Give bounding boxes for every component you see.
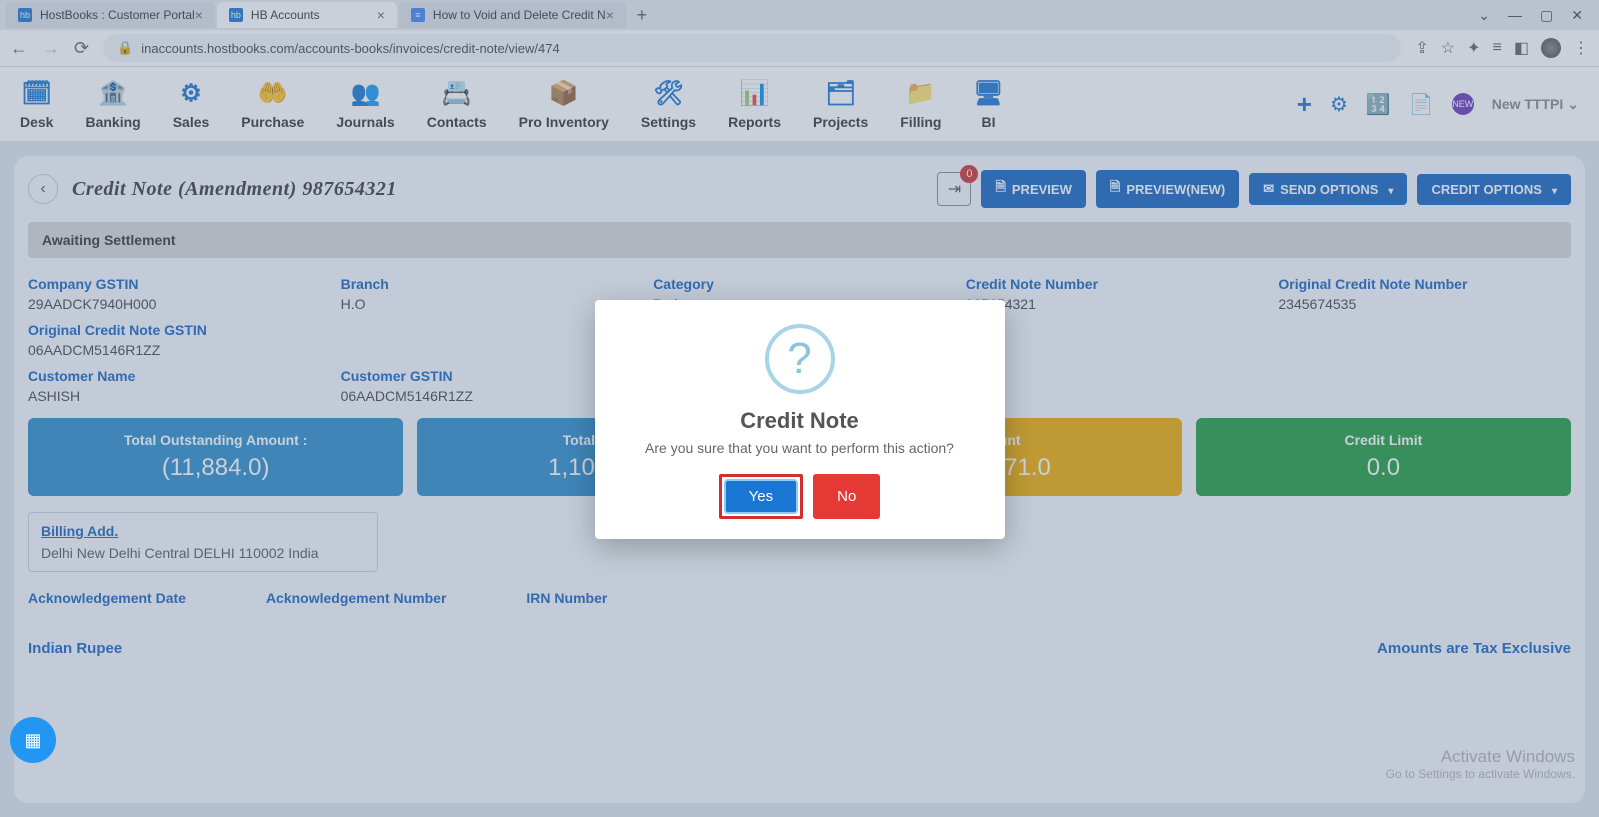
yes-highlight-box: Yes xyxy=(719,474,803,519)
windows-watermark: Activate Windows Go to Settings to activ… xyxy=(1386,747,1575,781)
question-icon: ? xyxy=(765,324,835,394)
modal-message: Are you sure that you want to perform th… xyxy=(615,440,985,456)
watermark-line2: Go to Settings to activate Windows. xyxy=(1386,767,1575,781)
confirm-modal: ? Credit Note Are you sure that you want… xyxy=(595,300,1005,539)
yes-button[interactable]: Yes xyxy=(725,480,797,513)
launcher-fab[interactable]: ▦ xyxy=(10,717,56,763)
watermark-line1: Activate Windows xyxy=(1386,747,1575,767)
no-button[interactable]: No xyxy=(813,474,880,519)
modal-overlay: ? Credit Note Are you sure that you want… xyxy=(0,0,1599,817)
modal-title: Credit Note xyxy=(615,408,985,434)
grid-icon: ▦ xyxy=(24,730,41,751)
